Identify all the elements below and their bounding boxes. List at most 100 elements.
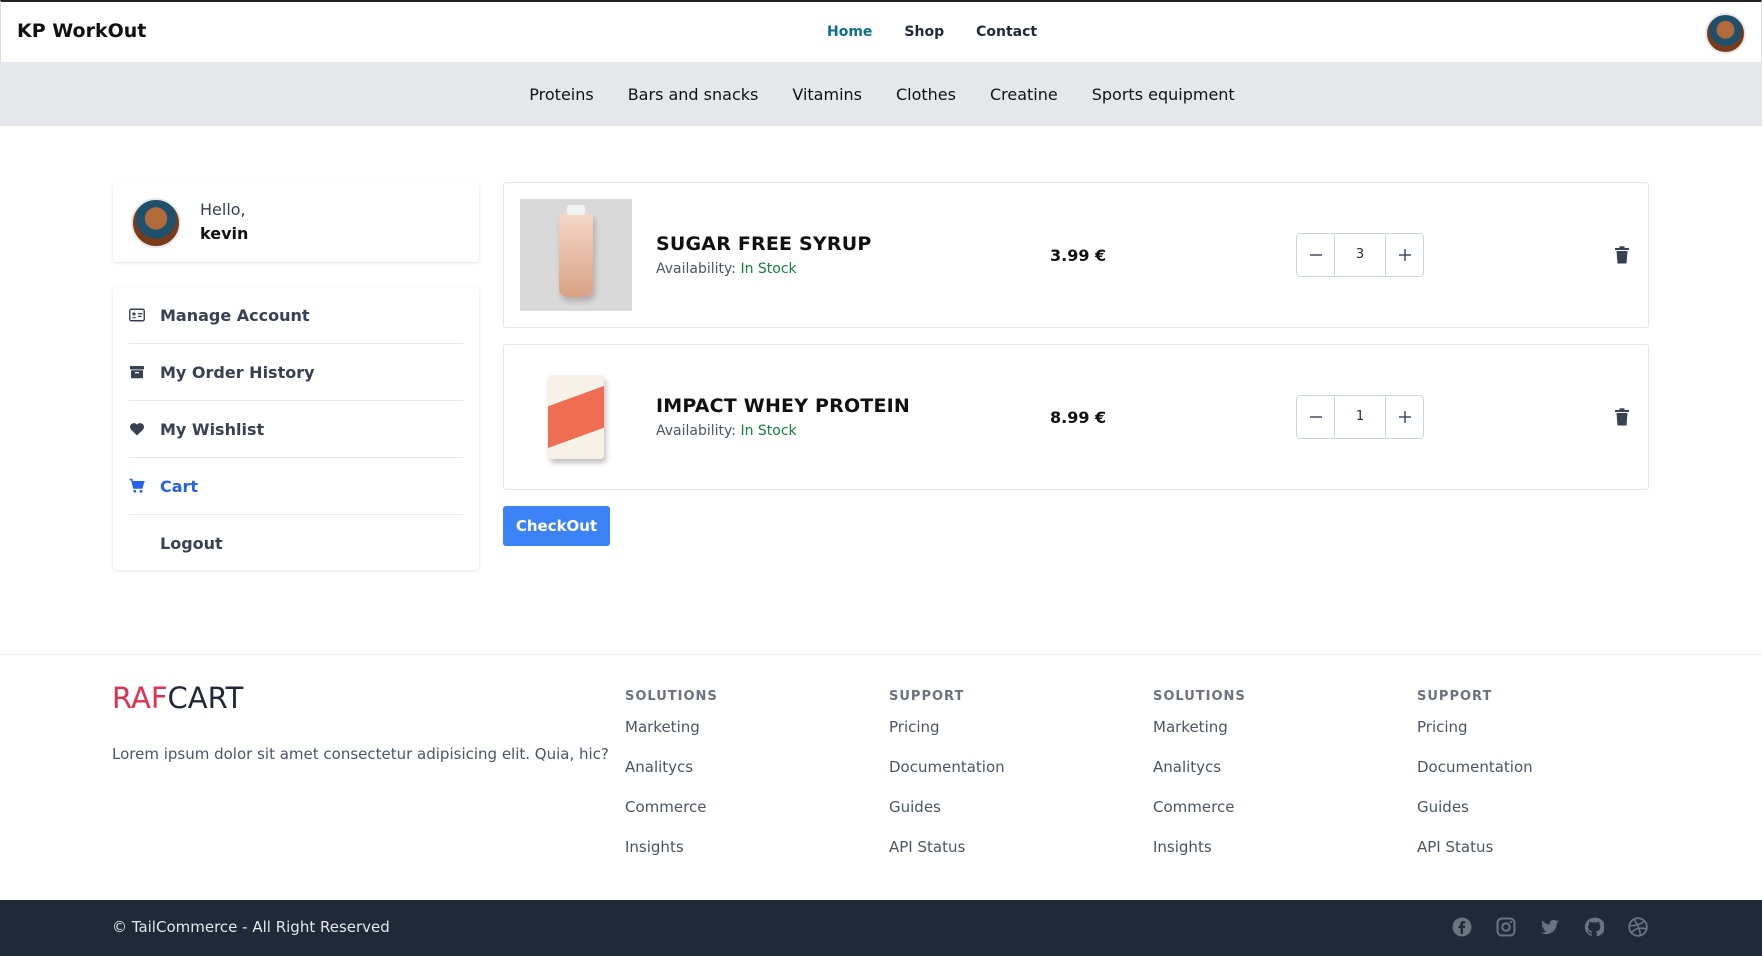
github-icon[interactable] (1584, 917, 1605, 937)
facebook-icon[interactable] (1452, 917, 1472, 937)
category-clothes[interactable]: Clothes (894, 85, 956, 104)
product-image[interactable] (520, 199, 632, 311)
footer-link[interactable]: API Status (1417, 838, 1533, 878)
id-card-icon (129, 307, 145, 323)
quantity-input[interactable]: 3 (1334, 234, 1386, 276)
footer-logo[interactable]: RAFCART (112, 681, 243, 715)
footer-link[interactable]: Analitycs (1153, 758, 1246, 798)
footer-link[interactable]: Marketing (1153, 718, 1246, 758)
brand-logo[interactable]: KP WorkOut (17, 20, 146, 42)
availability-status: In Stock (740, 261, 797, 277)
sidebar-item-manage-account[interactable]: Manage Account (129, 287, 463, 344)
footer-link[interactable]: Commerce (625, 798, 718, 838)
footer-link[interactable]: Pricing (889, 718, 1005, 758)
footer-description: Lorem ipsum dolor sit amet consectetur a… (112, 745, 609, 763)
sidebar-item-label: My Wishlist (160, 419, 265, 439)
category-bar: Proteins Bars and snacks Vitamins Clothe… (0, 62, 1762, 126)
footer-link[interactable]: API Status (889, 838, 1005, 878)
category-proteins[interactable]: Proteins (527, 85, 593, 104)
footer-column: SOLUTIONS Marketing Analitycs Commerce I… (625, 689, 718, 878)
cart-item: SUGAR FREE SYRUP Availability: In Stock … (503, 182, 1649, 328)
footer-link[interactable]: Marketing (625, 718, 718, 758)
heart-icon (129, 421, 145, 437)
footer-link[interactable]: Guides (889, 798, 1005, 838)
trash-icon (1615, 408, 1629, 426)
top-navbar: KP WorkOut Home Shop Contact (0, 0, 1762, 62)
product-price: 3.99 € (1050, 246, 1107, 265)
sidebar-item-logout[interactable]: Logout (129, 515, 463, 572)
minus-icon (1309, 416, 1322, 418)
footer-link[interactable]: Insights (625, 838, 718, 878)
category-vitamins[interactable]: Vitamins (790, 85, 862, 104)
protein-bag-image (548, 375, 604, 459)
footer-bottom-bar: © TailCommerce - All Right Reserved (0, 900, 1762, 956)
footer-link[interactable]: Documentation (1417, 758, 1533, 798)
product-name[interactable]: IMPACT WHEY PROTEIN (656, 395, 910, 417)
footer-column: SUPPORT Pricing Documentation Guides API… (889, 689, 1005, 878)
logo-part-1: RAF (112, 681, 168, 715)
footer-column-title: SOLUTIONS (625, 689, 718, 704)
footer-link[interactable]: Analitycs (625, 758, 718, 798)
increase-quantity-button[interactable] (1386, 234, 1423, 276)
product-availability: Availability: In Stock (656, 423, 797, 439)
sidebar-item-label: My Order History (160, 362, 315, 382)
remove-item-button[interactable] (1614, 246, 1630, 264)
sidebar-item-cart[interactable]: Cart (129, 458, 463, 515)
increase-quantity-button[interactable] (1386, 396, 1423, 438)
plus-icon (1398, 411, 1411, 423)
cart-item: IMPACT WHEY PROTEIN Availability: In Sto… (503, 344, 1649, 490)
footer-column-title: SUPPORT (1417, 689, 1493, 704)
sidebar-item-label: Manage Account (160, 305, 310, 325)
category-sports-equipment[interactable]: Sports equipment (1090, 85, 1235, 104)
copyright-text: © TailCommerce - All Right Reserved (112, 918, 390, 936)
main-nav: Home Shop Contact (827, 24, 1037, 40)
quantity-stepper: 3 (1296, 233, 1424, 277)
twitter-icon[interactable] (1540, 917, 1560, 937)
sidebar-item-wishlist[interactable]: My Wishlist (129, 401, 463, 458)
remove-item-button[interactable] (1614, 408, 1630, 426)
footer: RAFCART Lorem ipsum dolor sit amet conse… (0, 654, 1762, 900)
nav-shop[interactable]: Shop (904, 24, 944, 40)
product-name[interactable]: SUGAR FREE SYRUP (656, 233, 871, 255)
nav-contact[interactable]: Contact (976, 24, 1037, 40)
footer-link[interactable]: Insights (1153, 838, 1246, 878)
quantity-input[interactable]: 1 (1334, 396, 1386, 438)
category-bars-and-snacks[interactable]: Bars and snacks (626, 85, 759, 104)
footer-link[interactable]: Pricing (1417, 718, 1533, 758)
footer-column-title: SOLUTIONS (1153, 689, 1246, 704)
social-links (1452, 917, 1648, 937)
decrease-quantity-button[interactable] (1297, 234, 1334, 276)
product-price: 8.99 € (1050, 408, 1107, 427)
logo-part-2: CART (167, 681, 244, 715)
footer-column: SOLUTIONS Marketing Analitycs Commerce I… (1153, 689, 1246, 878)
plus-icon (1398, 249, 1411, 261)
decrease-quantity-button[interactable] (1297, 396, 1334, 438)
footer-link[interactable]: Commerce (1153, 798, 1246, 838)
user-name: kevin (200, 224, 249, 243)
footer-column: SUPPORT Pricing Documentation Guides API… (1417, 689, 1533, 878)
nav-home[interactable]: Home (827, 24, 872, 40)
quantity-stepper: 1 (1296, 395, 1424, 439)
sidebar-item-label: Cart (160, 476, 199, 496)
footer-link[interactable]: Guides (1417, 798, 1533, 838)
profile-card: Hello, kevin (113, 182, 479, 262)
instagram-icon[interactable] (1496, 917, 1516, 937)
minus-icon (1309, 254, 1322, 256)
dribbble-icon[interactable] (1628, 917, 1648, 937)
archive-box-icon (129, 364, 145, 380)
user-avatar[interactable] (1705, 13, 1746, 54)
cart-icon (129, 478, 145, 494)
footer-column-title: SUPPORT (889, 689, 965, 704)
logout-icon-placeholder (129, 536, 145, 552)
product-availability: Availability: In Stock (656, 261, 797, 277)
trash-icon (1615, 246, 1629, 264)
product-image[interactable] (520, 361, 632, 473)
footer-link[interactable]: Documentation (889, 758, 1005, 798)
profile-avatar (131, 198, 181, 248)
category-creatine[interactable]: Creatine (988, 85, 1058, 104)
availability-label: Availability: (656, 261, 737, 277)
sidebar-item-order-history[interactable]: My Order History (129, 344, 463, 401)
sidebar-item-label: Logout (160, 534, 223, 553)
checkout-button[interactable]: CheckOut (503, 506, 610, 546)
availability-label: Availability: (656, 423, 737, 439)
